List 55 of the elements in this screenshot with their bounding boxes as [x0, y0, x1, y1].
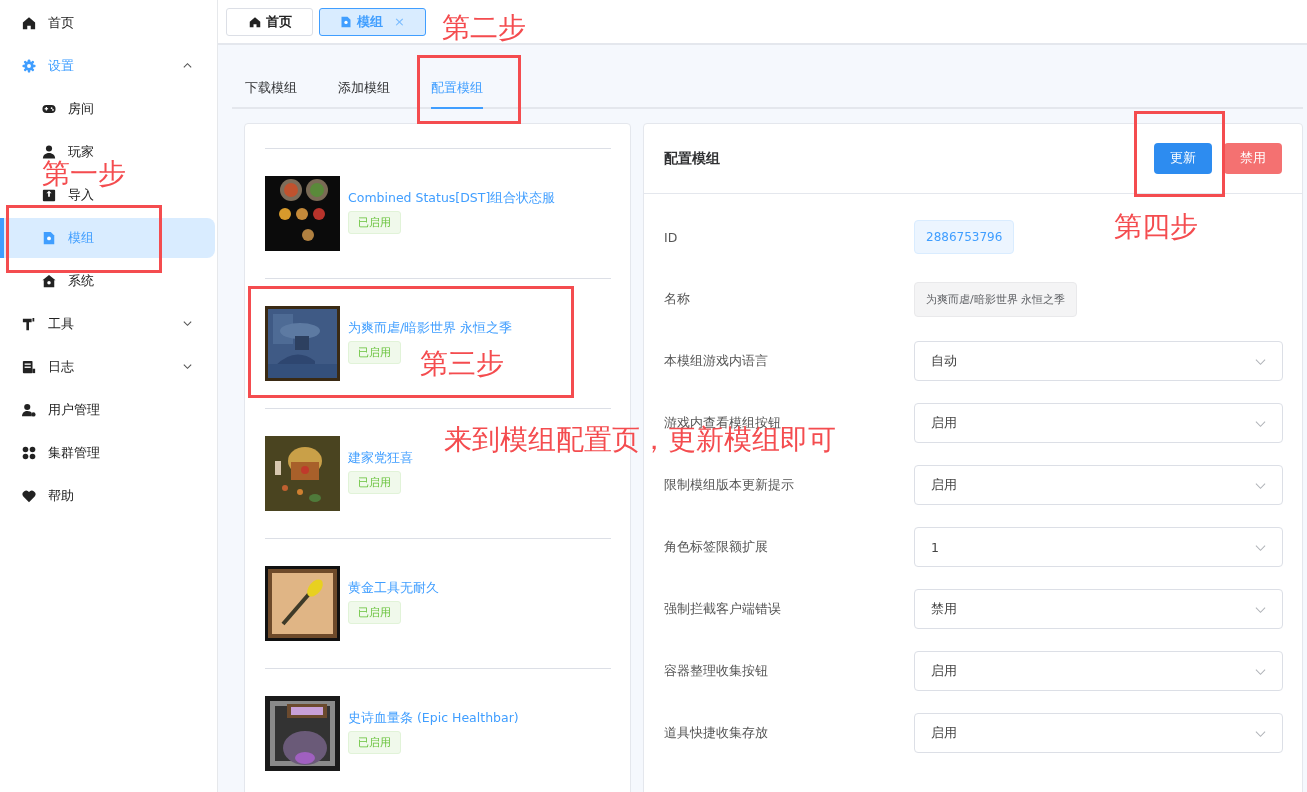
field-label: 强制拦截客户端错误	[664, 600, 782, 618]
select-field[interactable]: 启用	[914, 465, 1283, 505]
annotation-text: 第四步	[1114, 213, 1198, 241]
chevron-down-icon	[182, 318, 193, 329]
chevron-down-icon	[182, 361, 193, 372]
home-icon	[22, 15, 36, 30]
tool-icon	[22, 316, 36, 331]
annotation-text: 第三步	[420, 350, 504, 378]
nav-item[interactable]: 工具	[0, 315, 215, 332]
field-label: 名称	[664, 290, 691, 308]
field-label: 道具快捷收集存放	[664, 724, 769, 742]
status-tag: 已启用	[348, 600, 401, 624]
select-field[interactable]: 启用	[914, 651, 1283, 691]
nav-subitem[interactable]: 系统	[0, 272, 116, 289]
user-icon	[22, 402, 36, 417]
nav-item[interactable]: 帮助	[0, 487, 215, 504]
name-field: 为爽而虐/暗影世界 永恒之季	[914, 281, 1078, 317]
status-tag: 已启用	[348, 470, 401, 494]
field-label: ID	[664, 229, 679, 245]
annotation-text: 第二步	[442, 14, 526, 42]
id-tag: 2886753796	[914, 220, 1015, 254]
annotation-text: 第一步	[42, 160, 126, 188]
nav-subitem[interactable]: 房间	[0, 100, 116, 117]
upload-icon	[42, 187, 56, 202]
field-label: 限制模组版本更新提示	[664, 476, 795, 494]
document-icon	[340, 15, 352, 28]
select-field[interactable]: 禁用	[914, 589, 1283, 629]
heart-icon	[22, 488, 36, 503]
person-icon	[42, 144, 56, 159]
home-icon	[249, 15, 261, 28]
select-field[interactable]: 1	[914, 527, 1283, 567]
select-field[interactable]: 启用	[914, 713, 1283, 753]
nav-item[interactable]: 首页	[0, 14, 215, 31]
log-icon	[22, 359, 36, 374]
tab[interactable]: 添加模组	[338, 79, 390, 107]
select-field[interactable]: 自动	[914, 341, 1283, 381]
field-label: 本模组游戏内语言	[664, 352, 769, 370]
settings-icon	[22, 58, 36, 73]
nav-item[interactable]: 用户管理	[0, 401, 215, 418]
cluster-icon	[22, 445, 36, 460]
field-label: 容器整理收集按钮	[664, 662, 769, 680]
field-label: 角色标签限额扩展	[664, 538, 769, 556]
status-tag: 已启用	[348, 340, 401, 364]
card-title: 配置模组	[664, 149, 720, 168]
nav-item[interactable]: 日志	[0, 358, 215, 375]
house-icon	[42, 273, 56, 288]
tab[interactable]: 下载模组	[245, 79, 297, 107]
nav-item[interactable]: 集群管理	[0, 444, 215, 461]
select-field[interactable]: 启用	[914, 403, 1283, 443]
chevron-up-icon	[182, 60, 193, 71]
status-tag: 已启用	[348, 210, 401, 234]
status-tag: 已启用	[348, 730, 401, 754]
page-tab[interactable]: 首页	[226, 7, 313, 36]
nav-subitem[interactable]: 玩家	[0, 143, 116, 160]
document-icon	[42, 230, 56, 245]
